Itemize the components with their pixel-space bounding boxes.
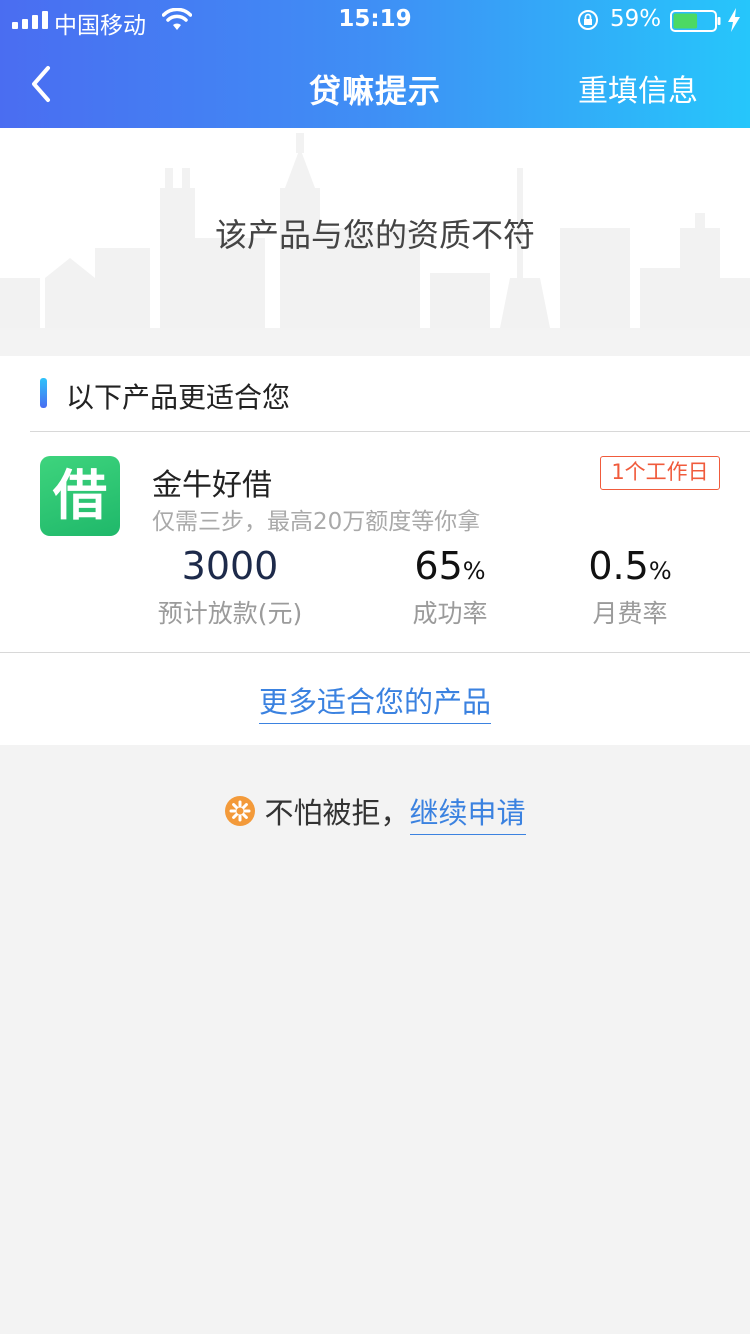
stat-label: 月费率 xyxy=(592,599,668,628)
product-description: 仅需三步，最高20万额度等你拿 xyxy=(152,509,481,535)
flower-icon xyxy=(225,796,256,826)
header: 中国移动 15:19 59% 贷嘛提示 重填信息 xyxy=(0,0,750,128)
product-logo: 借 xyxy=(40,456,120,536)
rotation-lock-icon xyxy=(578,10,598,30)
product-name: 金牛好借 xyxy=(152,468,272,503)
stat-value: 65 xyxy=(414,544,463,588)
section-accent-bar xyxy=(40,378,47,408)
stat-unit: % xyxy=(462,557,486,585)
result-banner: 该产品与您的资质不符 xyxy=(0,128,750,328)
stat-value: 0.5 xyxy=(588,544,649,588)
refill-info-button[interactable]: 重填信息 xyxy=(578,66,698,110)
stat-unit: % xyxy=(648,557,672,585)
continue-apply-link[interactable]: 继续申请 xyxy=(409,796,526,835)
more-products-link[interactable]: 更多适合您的产品 xyxy=(258,685,491,724)
recommend-section-header: 以下产品更适合您 xyxy=(0,356,750,432)
nav-bar: 贷嘛提示 重填信息 xyxy=(0,40,750,128)
battery-icon xyxy=(670,10,721,32)
recommend-title: 以下产品更适合您 xyxy=(66,381,291,414)
charging-icon xyxy=(728,8,740,32)
mismatch-message: 该产品与您的资质不符 xyxy=(214,216,535,254)
stat-value: 3000 xyxy=(181,544,279,588)
back-arrow-icon[interactable] xyxy=(28,64,56,104)
stat-success-rate: 65% 成功率 xyxy=(370,544,530,630)
stat-label: 成功率 xyxy=(412,599,488,628)
status-bar: 中国移动 15:19 59% xyxy=(0,0,750,40)
more-products-row: 更多适合您的产品 xyxy=(0,653,750,745)
stat-label: 预计放款(元) xyxy=(157,599,303,628)
stat-monthly-rate: 0.5% 月费率 xyxy=(550,544,710,630)
footer-text: 不怕被拒， xyxy=(264,796,410,830)
approval-time-badge: 1个工作日 xyxy=(600,456,720,490)
battery-percent: 59% xyxy=(610,6,662,32)
stat-loan-amount: 3000 预计放款(元) xyxy=(130,544,330,630)
footer-continue: 不怕被拒，继续申请 xyxy=(0,790,750,835)
product-card[interactable]: 借 金牛好借 仅需三步，最高20万额度等你拿 1个工作日 3000 预计放款(元… xyxy=(0,432,750,652)
